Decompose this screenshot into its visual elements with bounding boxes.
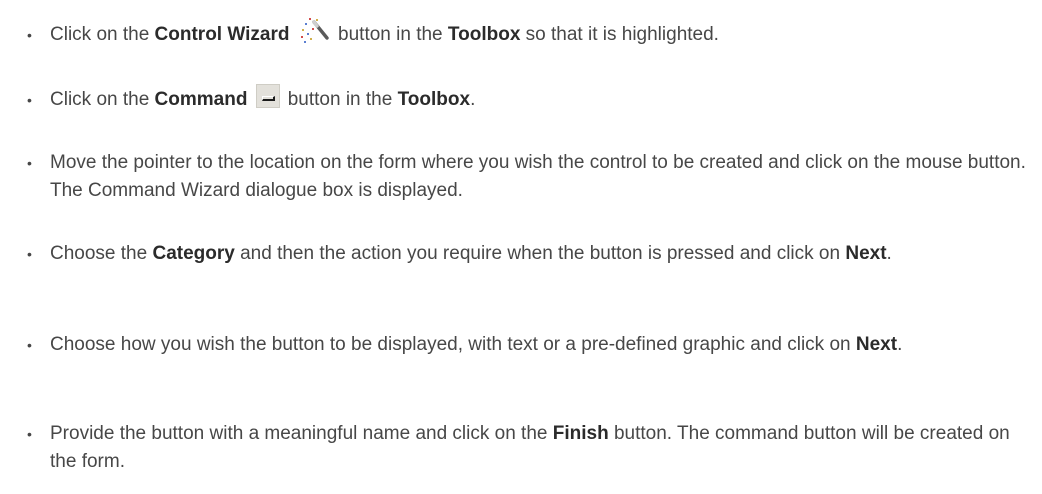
step-text-part: button in the (287, 89, 398, 110)
step-text-part: Provide the button with a meaningful nam… (50, 423, 553, 444)
bullet: • (27, 155, 32, 171)
bullet: • (27, 92, 32, 108)
bullet: • (27, 246, 32, 262)
step-text-part: Click on the (50, 24, 155, 45)
step-text-part: Choose the (50, 243, 153, 264)
next-label: Next (855, 334, 898, 355)
step-text-part: . (470, 89, 476, 110)
step-text: Click on the Command button in the Toolb… (50, 83, 1035, 114)
step-text: Choose how you wish the button to be dis… (50, 331, 1035, 359)
control-wizard-label: Control Wizard (154, 24, 290, 45)
bullet: • (27, 426, 32, 442)
toolbox-label: Toolbox (447, 24, 521, 45)
command-button-icon-face (261, 95, 275, 101)
step-text-part: and then the action you require when the… (234, 243, 846, 264)
bullet: • (27, 27, 32, 43)
step-text-part: . (886, 243, 892, 264)
category-label: Category (152, 243, 235, 264)
step-text-part: . (897, 334, 903, 355)
step-text-part: Choose how you wish the button to be dis… (50, 334, 856, 355)
step-text-part: so that it is highlighted. (520, 24, 719, 45)
step-text-part: button in the (332, 24, 448, 45)
toolbox-label: Toolbox (397, 89, 471, 110)
step-text: Provide the button with a meaningful nam… (50, 420, 1035, 476)
step-text-part: Move the pointer to the location on the … (50, 152, 1026, 201)
control-wizard-magic-wand-icon (297, 15, 331, 47)
step-text: Choose the Category and then the action … (50, 240, 1035, 268)
next-label: Next (845, 243, 887, 264)
bullet: • (27, 337, 32, 353)
step-text: Click on the Control Wizard button in th… (50, 17, 1035, 49)
step-text: Move the pointer to the location on the … (50, 149, 1035, 205)
finish-label: Finish (552, 423, 609, 444)
command-label: Command (154, 89, 248, 110)
command-button-icon (255, 83, 280, 108)
step-text-part: Click on the (50, 89, 155, 110)
